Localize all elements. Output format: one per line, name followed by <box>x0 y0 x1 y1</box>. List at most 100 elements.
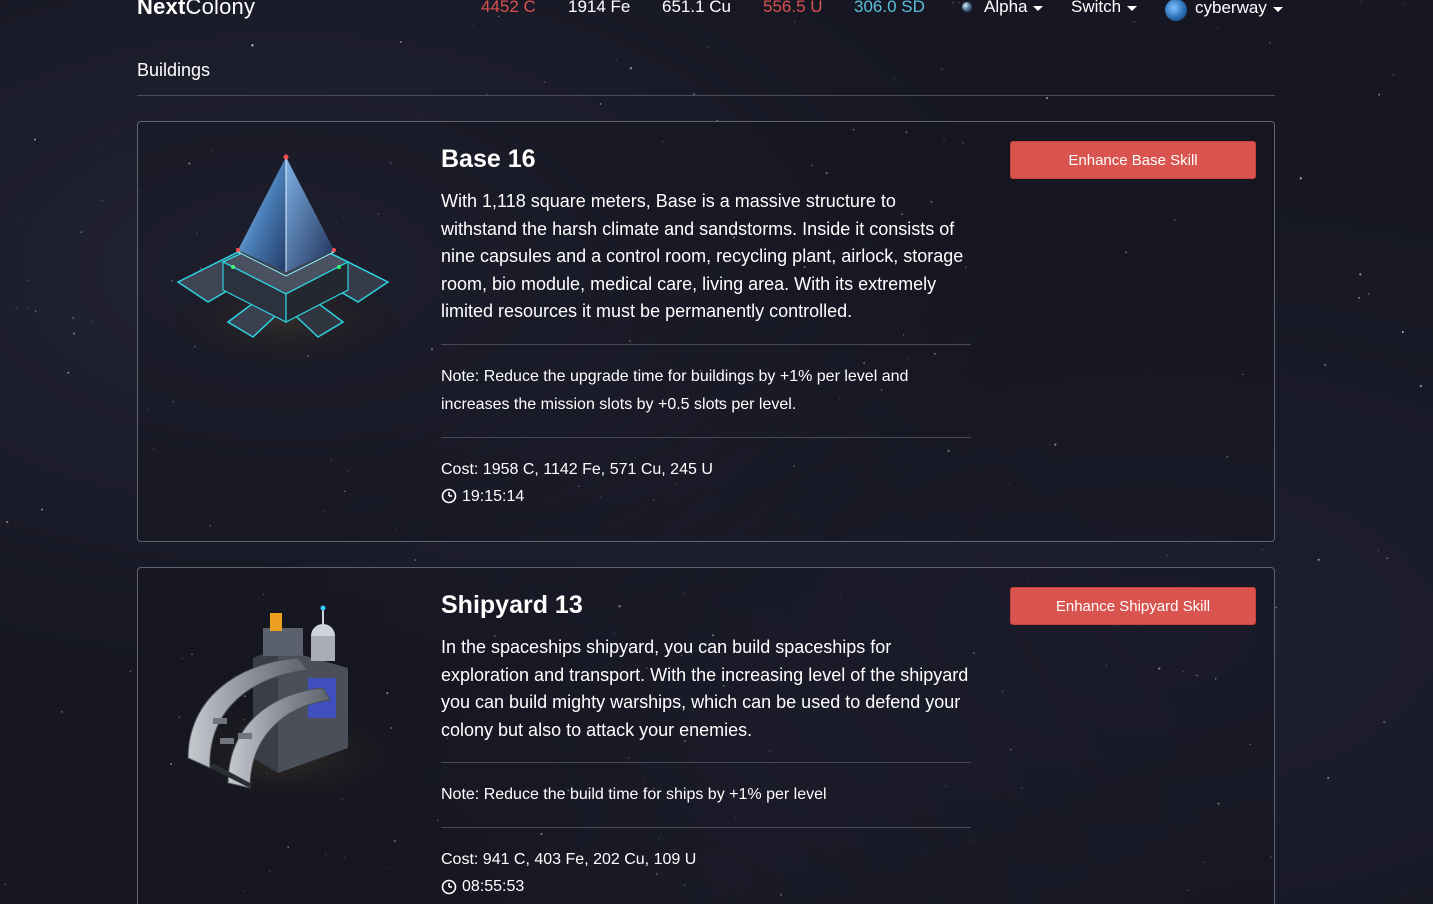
star-dot <box>67 371 70 374</box>
resource-sd[interactable]: 306.0 SD <box>854 0 925 17</box>
star-dot <box>887 89 889 91</box>
star-dot <box>80 231 83 233</box>
star-dot <box>34 138 36 141</box>
planet-dropdown-label: Alpha <box>984 0 1028 16</box>
star-dot <box>1261 548 1263 550</box>
star-dot <box>473 24 475 26</box>
chevron-down-icon <box>1033 5 1044 11</box>
star-dot <box>1358 296 1361 299</box>
clock-icon <box>441 879 457 894</box>
star-dot <box>110 796 111 797</box>
building-title: Base 16 <box>441 145 536 173</box>
star-dot <box>251 44 254 47</box>
star-dot <box>1383 720 1386 724</box>
star-dot <box>1368 293 1370 295</box>
star-dot <box>73 332 75 335</box>
building-note: Note: Reduce the build time for ships by… <box>441 786 827 803</box>
building-card-body: Shipyard 13 In the spaceships shipyard, … <box>441 590 971 900</box>
star-dot <box>34 310 37 312</box>
star-dot <box>241 33 243 35</box>
star-dot <box>1190 542 1191 544</box>
star-dot <box>615 60 617 62</box>
planet-dropdown[interactable]: Alpha <box>962 0 1044 17</box>
star-dot <box>1401 331 1404 333</box>
star-dot <box>599 103 602 105</box>
star-dot <box>15 306 18 309</box>
star-dot <box>72 317 74 319</box>
avatar <box>1165 0 1187 21</box>
star-dot <box>544 81 546 83</box>
star-dot <box>6 521 9 524</box>
resource-copper[interactable]: 651.1 Cu <box>662 0 731 17</box>
star-dot <box>1166 554 1168 557</box>
star-dot <box>414 559 417 561</box>
star-dot <box>629 67 633 70</box>
star-dot <box>1302 680 1304 682</box>
star-dot <box>116 129 118 131</box>
enhance-shipyard-skill-button[interactable]: Enhance Shipyard Skill <box>1010 587 1256 625</box>
star-dot <box>1378 94 1380 96</box>
resource-coal[interactable]: 4452 C <box>481 0 536 17</box>
star-dot <box>1359 273 1362 276</box>
star-dot <box>1393 257 1394 259</box>
star-dot <box>0 439 1 442</box>
shipyard-hangar-icon <box>171 605 401 808</box>
star-dot <box>1324 363 1327 366</box>
star-dot <box>941 68 943 70</box>
star-dot <box>1399 888 1401 890</box>
star-dot <box>1386 807 1388 809</box>
star-dot <box>1386 557 1388 560</box>
star-dot <box>1299 177 1302 180</box>
star-dot <box>1217 27 1218 29</box>
star-dot <box>1377 550 1379 552</box>
star-dot <box>1405 417 1407 418</box>
star-dot <box>18 221 20 223</box>
star-dot <box>1269 41 1271 44</box>
chevron-down-icon <box>1272 6 1283 12</box>
building-time-value: 19:15:14 <box>462 487 525 505</box>
star-dot <box>893 77 895 79</box>
star-dot <box>1361 683 1362 684</box>
star-dot <box>27 306 29 308</box>
star-dot <box>1275 606 1278 609</box>
brand-logo-bold: Next <box>137 0 186 19</box>
star-dot <box>1419 384 1423 388</box>
building-card-shipyard: Shipyard 13 In the spaceships shipyard, … <box>137 567 1275 904</box>
star-dot <box>1280 513 1282 515</box>
card-divider <box>441 343 971 345</box>
star-dot <box>1396 160 1398 162</box>
resource-ore[interactable]: 1914 Fe <box>568 0 630 17</box>
star-dot <box>419 111 421 113</box>
chevron-down-icon <box>1127 5 1138 11</box>
page-title: Buildings <box>137 60 211 80</box>
building-time-value: 08:55:53 <box>462 878 525 895</box>
star-dot <box>108 98 110 100</box>
brand-logo[interactable]: NextColony <box>137 0 255 20</box>
star-dot <box>101 200 103 201</box>
star-dot <box>1327 776 1330 779</box>
card-divider <box>441 762 971 763</box>
star-dot <box>399 41 402 43</box>
user-dropdown[interactable]: cyberway <box>1165 0 1283 21</box>
star-dot <box>100 145 102 147</box>
enhance-base-skill-button[interactable]: Enhance Base Skill <box>1010 141 1256 179</box>
building-card-body: Base 16 With 1,118 square meters, Base i… <box>441 144 971 510</box>
clock-icon <box>441 488 457 504</box>
building-time: 08:55:53 <box>441 873 971 900</box>
star-dot <box>1298 723 1300 725</box>
user-dropdown-label: cyberway <box>1195 0 1267 17</box>
building-time: 19:15:14 <box>441 483 971 510</box>
star-dot <box>41 508 44 511</box>
pyramid-base-icon <box>171 154 401 367</box>
star-dot <box>707 46 709 48</box>
building-description: With 1,118 square meters, Base is a mass… <box>441 191 964 321</box>
star-dot <box>129 670 132 673</box>
building-cost: Cost: 1958 C, 1142 Fe, 571 Cu, 245 U <box>441 460 713 478</box>
star-dot <box>4 883 7 886</box>
resource-uranium[interactable]: 556.5 U <box>763 0 823 17</box>
star-dot <box>1045 97 1048 100</box>
star-dot <box>1392 73 1395 77</box>
star-dot <box>1317 558 1320 561</box>
star-dot <box>26 279 29 281</box>
switch-dropdown[interactable]: Switch <box>1071 0 1138 17</box>
